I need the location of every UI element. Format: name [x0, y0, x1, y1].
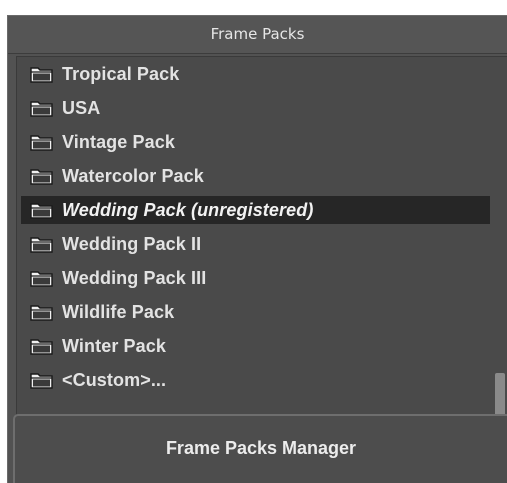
list-item[interactable]: <Custom>... — [17, 363, 491, 397]
scrollbar-thumb[interactable] — [495, 373, 505, 419]
list-item-label: Wedding Pack (unregistered) — [62, 199, 314, 220]
list-item-label: USA — [62, 97, 101, 118]
list-item[interactable]: Winter Pack — [17, 329, 491, 363]
list-item[interactable]: Watercolor Pack — [17, 159, 491, 193]
list-item-label: Wedding Pack II — [62, 233, 202, 254]
list-item[interactable]: Wedding Pack III — [17, 261, 491, 295]
folder-icon — [30, 269, 54, 287]
list-item[interactable]: Tropical Pack — [17, 57, 491, 91]
folder-icon — [30, 99, 54, 117]
frame-packs-manager-button[interactable]: Frame Packs Manager — [13, 414, 507, 483]
folder-icon — [30, 167, 54, 185]
list-item[interactable]: Wedding Pack (unregistered) — [21, 196, 490, 224]
folder-icon — [30, 201, 54, 219]
list-item-label: Tropical Pack — [62, 63, 180, 84]
frame-packs-panel: Frame Packs Tropical Pack USA Vintage Pack… — [0, 0, 507, 483]
list-item[interactable]: Wedding Pack II — [17, 227, 491, 261]
list-item[interactable]: Wildlife Pack — [17, 295, 491, 329]
list-item-label: Wedding Pack III — [62, 267, 207, 288]
frame-packs-list: Tropical Pack USA Vintage Pack Watercolor P… — [17, 57, 491, 397]
folder-icon — [30, 235, 54, 253]
vertical-scrollbar[interactable] — [494, 57, 506, 424]
list-item[interactable]: Vintage Pack — [17, 125, 491, 159]
folder-icon — [30, 133, 54, 151]
list-item-label: <Custom>... — [62, 369, 167, 390]
list-item-label: Watercolor Pack — [62, 165, 204, 186]
folder-icon — [30, 337, 54, 355]
frame-packs-container: Frame Packs Tropical Pack USA Vintage Pack… — [7, 15, 507, 483]
list-item[interactable]: USA — [17, 91, 491, 125]
list-item-label: Vintage Pack — [62, 131, 175, 152]
panel-title: Frame Packs — [8, 16, 507, 54]
list-item-label: Wildlife Pack — [62, 301, 175, 322]
list-item-label: Winter Pack — [62, 335, 166, 356]
folder-icon — [30, 303, 54, 321]
folder-icon — [30, 65, 54, 83]
frame-packs-list-box[interactable]: Tropical Pack USA Vintage Pack Watercolor P… — [16, 56, 507, 424]
folder-icon — [30, 371, 54, 389]
